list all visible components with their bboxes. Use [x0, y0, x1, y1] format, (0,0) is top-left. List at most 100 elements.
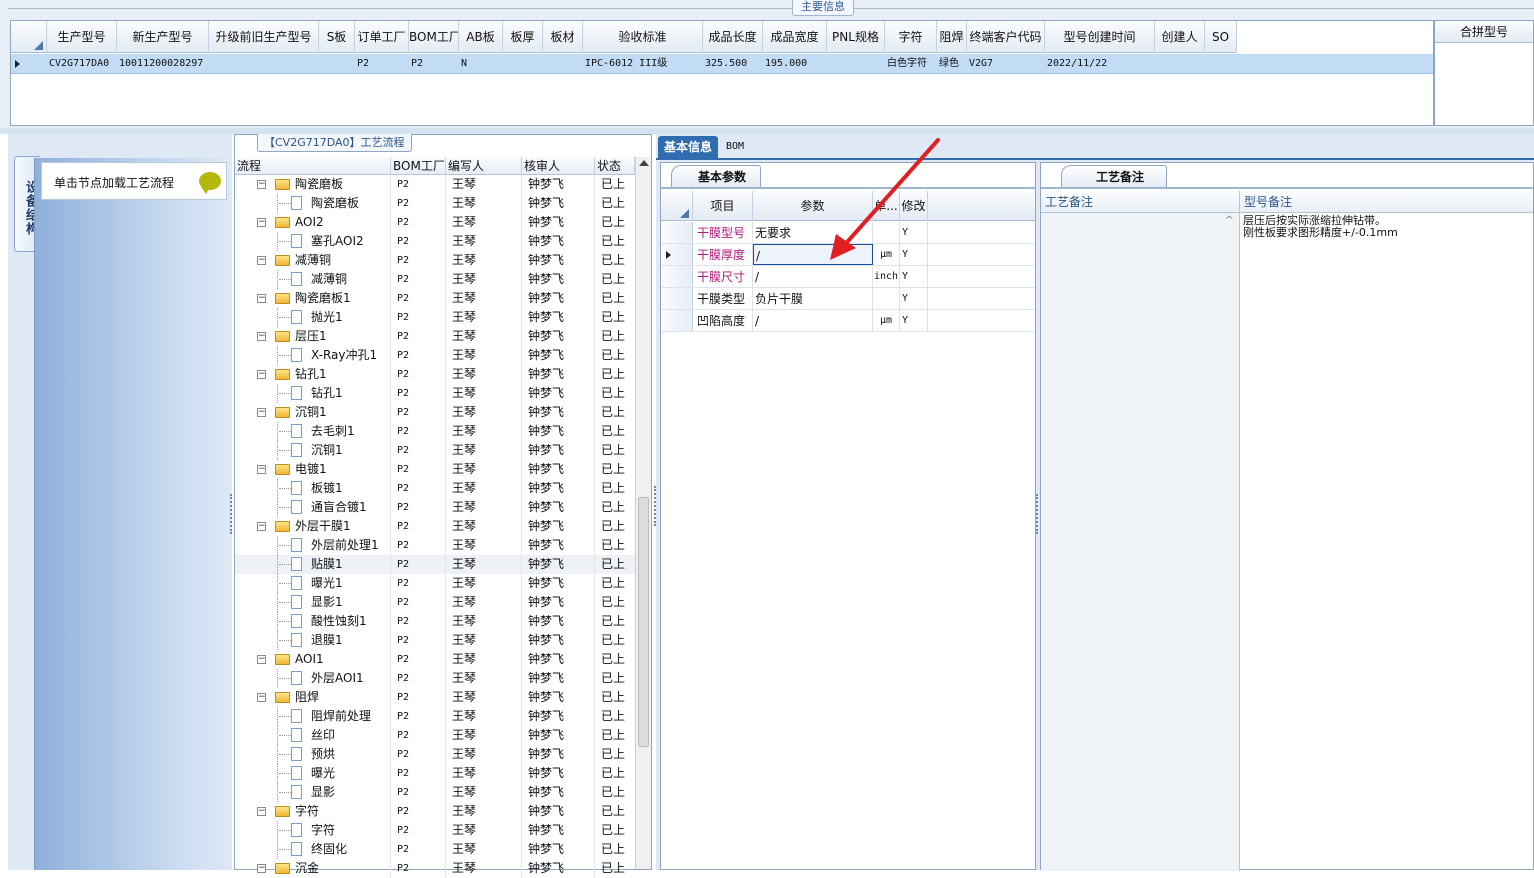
param-modify[interactable]: Y [900, 266, 928, 287]
column-header[interactable]: 板材 [543, 21, 583, 53]
column-header[interactable]: AB板 [459, 21, 503, 53]
tree-node[interactable]: 预烘 [235, 745, 391, 764]
table-cell[interactable] [1155, 54, 1205, 74]
collapse-icon[interactable]: − [257, 370, 266, 379]
col-param[interactable]: 参数 [753, 191, 873, 221]
tree-row[interactable]: − 阻焊 P2 王琴 钟梦飞 已上 [235, 688, 635, 707]
tree-row[interactable]: 预烘 P2 王琴 钟梦飞 已上 [235, 745, 635, 764]
param-value[interactable]: 无要求 [753, 222, 873, 243]
row-header[interactable] [661, 310, 693, 331]
param-modify[interactable]: Y [900, 244, 928, 265]
table-cell[interactable] [503, 54, 543, 74]
column-header[interactable]: 板厚 [503, 21, 543, 53]
tree-row[interactable]: 终固化 P2 王琴 钟梦飞 已上 [235, 840, 635, 859]
table-cell[interactable] [543, 54, 583, 74]
tree-row[interactable]: − AOI1 P2 王琴 钟梦飞 已上 [235, 650, 635, 669]
tree-node[interactable]: 减薄铜 [235, 270, 391, 289]
process-remark-area[interactable] [1041, 191, 1239, 871]
tree-node[interactable]: − AOI2 [235, 213, 391, 232]
table-cell[interactable] [319, 54, 355, 74]
column-header[interactable]: SO [1205, 21, 1237, 53]
tree-row[interactable]: 通盲合镀1 P2 王琴 钟梦飞 已上 [235, 498, 635, 517]
row-header[interactable] [661, 266, 693, 287]
tree-row[interactable]: 曝光1 P2 王琴 钟梦飞 已上 [235, 574, 635, 593]
tree-node[interactable]: 字符 [235, 821, 391, 840]
table-row[interactable]: CV2G717DA0 10011200028297 P2 P2 N IPC-6012 II… [11, 54, 1433, 74]
tree-row[interactable]: − 字符 P2 王琴 钟梦飞 已上 [235, 802, 635, 821]
tree-row[interactable]: 字符 P2 王琴 钟梦飞 已上 [235, 821, 635, 840]
tree-row[interactable]: 去毛刺1 P2 王琴 钟梦飞 已上 [235, 422, 635, 441]
tree-node[interactable]: − 陶瓷磨板1 [235, 289, 391, 308]
tree-node[interactable]: 板镀1 [235, 479, 391, 498]
tree-node[interactable]: − 电镀1 [235, 460, 391, 479]
tree-node[interactable]: − 钻孔1 [235, 365, 391, 384]
tree-node[interactable]: − 沉金 [235, 859, 391, 878]
tree-row[interactable]: − 电镀1 P2 王琴 钟梦飞 已上 [235, 460, 635, 479]
table-cell[interactable]: 195.000 [763, 54, 827, 74]
collapse-icon[interactable]: − [257, 408, 266, 417]
vertical-scrollbar[interactable] [635, 157, 651, 869]
merge-model-grid[interactable]: 合拼型号 [1434, 20, 1534, 126]
column-header[interactable]: S板 [319, 21, 355, 53]
tree-node[interactable]: 陶瓷磨板 [235, 194, 391, 213]
tree-row[interactable]: − AOI2 P2 王琴 钟梦飞 已上 [235, 213, 635, 232]
param-value[interactable]: / [753, 266, 873, 287]
tree-row[interactable]: 外层前处理1 P2 王琴 钟梦飞 已上 [235, 536, 635, 555]
table-cell[interactable]: IPC-6012 III级 [583, 54, 703, 74]
table-cell[interactable]: 325.500 [703, 54, 763, 74]
tree-row[interactable]: 板镀1 P2 王琴 钟梦飞 已上 [235, 479, 635, 498]
column-header[interactable]: 创建人 [1155, 21, 1205, 53]
params-grid[interactable]: 干膜型号 无要求 Y 干膜厚度 / μm Y 干膜尺寸 / inch Y 干膜类型 负片干膜 Y 凹陷高度 /… [661, 222, 1035, 332]
col-item[interactable]: 项目 [693, 191, 753, 221]
tree-node[interactable]: 终固化 [235, 840, 391, 859]
collapse-icon[interactable]: − [257, 465, 266, 474]
param-row[interactable]: 干膜厚度 / μm Y [661, 244, 1035, 266]
tree-column-header[interactable]: 编写人 [446, 157, 522, 175]
tree-node[interactable]: 曝光 [235, 764, 391, 783]
model-remark-text[interactable]: 层压后按实际涨缩拉伸钻带。 刚性板要求图形精度+/-0.1mm [1243, 215, 1398, 239]
collapse-icon[interactable]: − [257, 256, 266, 265]
tree-row[interactable]: 丝印 P2 王琴 钟梦飞 已上 [235, 726, 635, 745]
params-corner[interactable] [661, 191, 693, 221]
tree-node[interactable]: 退膜1 [235, 631, 391, 650]
column-header[interactable]: 订单工厂 [355, 21, 409, 53]
tree-row[interactable]: 退膜1 P2 王琴 钟梦飞 已上 [235, 631, 635, 650]
tree-row[interactable]: − 外层干膜1 P2 王琴 钟梦飞 已上 [235, 517, 635, 536]
tree-node[interactable]: 丝印 [235, 726, 391, 745]
row-header[interactable] [661, 288, 693, 309]
column-header[interactable]: 成品宽度 [763, 21, 827, 53]
table-cell[interactable]: 10011200028297 [117, 54, 209, 74]
table-cell[interactable]: 白色字符 [885, 54, 937, 74]
tab-basic-info[interactable]: 基本信息 [658, 136, 719, 158]
main-info-grid[interactable]: 生产型号 新生产型号 升级前旧生产型号 S板 订单工厂 BOM工厂 AB板 板厚 板材 验收标准成… [10, 20, 1434, 126]
tree-row[interactable]: − 沉金 P2 王琴 钟梦飞 已上 [235, 859, 635, 878]
tree-row[interactable]: 贴膜1 P2 王琴 钟梦飞 已上 [235, 555, 635, 574]
column-header[interactable]: 生产型号 [47, 21, 117, 53]
tree-node[interactable]: − 外层干膜1 [235, 517, 391, 536]
table-cell[interactable]: P2 [355, 54, 409, 74]
param-row[interactable]: 干膜尺寸 / inch Y [661, 266, 1035, 288]
collapse-icon[interactable]: − [257, 294, 266, 303]
tree-node[interactable]: 通盲合镀1 [235, 498, 391, 517]
tree-node[interactable]: 去毛刺1 [235, 422, 391, 441]
column-header[interactable]: 型号创建时间 [1045, 21, 1155, 53]
table-cell[interactable]: P2 [409, 54, 459, 74]
tree-row[interactable]: − 层压1 P2 王琴 钟梦飞 已上 [235, 327, 635, 346]
tab-basic-params[interactable]: 基本参数 [671, 165, 762, 187]
row-header[interactable] [661, 244, 693, 265]
tree-node[interactable]: − 阻焊 [235, 688, 391, 707]
tree-row[interactable]: 显影1 P2 王琴 钟梦飞 已上 [235, 593, 635, 612]
tree-row[interactable]: 钻孔1 P2 王琴 钟梦飞 已上 [235, 384, 635, 403]
param-modify[interactable]: Y [900, 222, 928, 243]
col-modify[interactable]: 修改 [900, 191, 928, 221]
tree-row[interactable]: − 减薄铜 P2 王琴 钟梦飞 已上 [235, 251, 635, 270]
tree-row[interactable]: 塞孔AOI2 P2 王琴 钟梦飞 已上 [235, 232, 635, 251]
tree-node[interactable]: 酸性蚀刻1 [235, 612, 391, 631]
load-process-hint[interactable]: 单击节点加载工艺流程 [41, 162, 227, 200]
tree-node[interactable]: − 层压1 [235, 327, 391, 346]
tree-row[interactable]: − 钻孔1 P2 王琴 钟梦飞 已上 [235, 365, 635, 384]
tree-node[interactable]: − 沉铜1 [235, 403, 391, 422]
tree-node[interactable]: − 减薄铜 [235, 251, 391, 270]
tree-column-header[interactable]: 流程 [235, 157, 391, 175]
collapse-icon[interactable]: − [257, 693, 266, 702]
